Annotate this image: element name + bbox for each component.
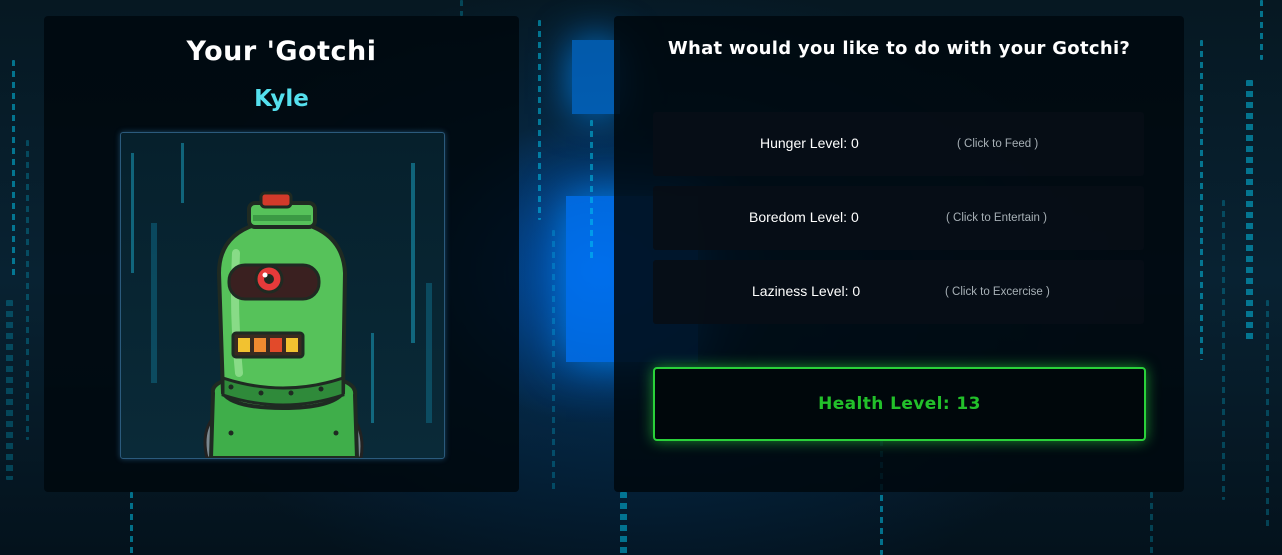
background-rain: [6, 300, 13, 480]
background-glow-block: [572, 40, 620, 114]
background-rain: [1266, 300, 1269, 530]
hunger-feed-button[interactable]: Hunger Level: 0 ( Click to Feed ): [653, 112, 1144, 176]
background-rain: [1260, 0, 1263, 60]
background-rain: [552, 230, 555, 490]
hunger-level-label: Hunger Level: 0: [760, 135, 859, 151]
gotchi-panel: Your 'Gotchi Kyle: [44, 16, 519, 492]
background-rain: [460, 0, 463, 16]
background-rain: [1200, 40, 1203, 360]
background-rain: [130, 492, 133, 555]
exercise-hint: ( Click to Excercise ): [945, 286, 1050, 298]
feed-hint: ( Click to Feed ): [957, 138, 1039, 150]
background-rain: [1222, 200, 1225, 500]
health-level-label: Health Level: 13: [818, 394, 981, 414]
actions-panel: What would you like to do with your Gotc…: [614, 16, 1184, 492]
background-rain: [620, 492, 627, 555]
background-rain: [538, 20, 541, 220]
background-rain: [1150, 492, 1153, 555]
health-level-box: Health Level: 13: [653, 367, 1146, 441]
laziness-exercise-button[interactable]: Laziness Level: 0 ( Click to Excercise ): [653, 260, 1144, 324]
laziness-level-label: Laziness Level: 0: [752, 283, 861, 299]
entertain-hint: ( Click to Entertain ): [946, 212, 1047, 224]
boredom-entertain-button[interactable]: Boredom Level: 0 ( Click to Entertain ): [653, 186, 1144, 250]
background-rain: [12, 60, 15, 280]
pet-name: Kyle: [254, 86, 309, 112]
background-rain: [590, 120, 593, 260]
robot-pet-icon: [131, 143, 432, 458]
background-rain: [1246, 80, 1253, 340]
robot-pet-image: [120, 132, 445, 459]
boredom-level-label: Boredom Level: 0: [749, 209, 859, 225]
panel-title: Your 'Gotchi: [186, 36, 377, 67]
background-rain: [26, 140, 29, 440]
actions-title: What would you like to do with your Gotc…: [667, 38, 1131, 59]
